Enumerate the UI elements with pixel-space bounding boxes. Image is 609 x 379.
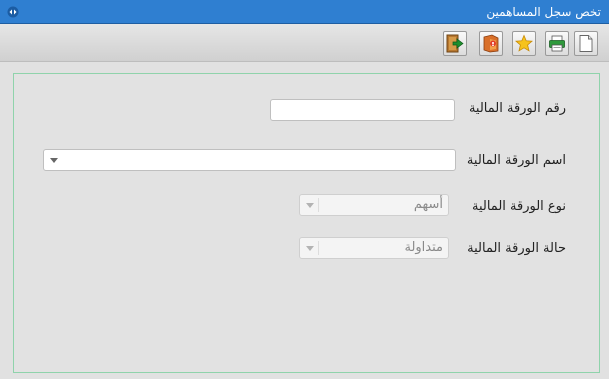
window-menu-icon[interactable]: [7, 6, 19, 18]
toolbar: [0, 24, 609, 62]
new-document-icon: [579, 35, 593, 52]
app-window: تخص سجل المساهمين رقم الورقة المالية اسم…: [0, 0, 609, 379]
printer-icon: [549, 35, 565, 52]
security-type-value: أسهم: [413, 197, 443, 212]
form-panel: رقم الورقة المالية اسم الورقة المالية نو…: [13, 73, 600, 373]
security-type-label: نوع الورقة المالية: [471, 199, 566, 214]
security-number-input[interactable]: [270, 99, 455, 121]
help-book-icon: [483, 34, 499, 53]
security-status-value: متداولة: [404, 240, 443, 255]
security-type-combo[interactable]: أسهم: [299, 194, 449, 216]
security-status-combo[interactable]: متداولة: [299, 237, 449, 259]
window-title: تخص سجل المساهمين: [486, 5, 601, 19]
help-button[interactable]: [479, 31, 503, 56]
security-name-combo[interactable]: [43, 149, 456, 171]
title-bar: تخص سجل المساهمين: [0, 0, 609, 24]
exit-button[interactable]: [443, 31, 467, 56]
combo-separator: [318, 241, 319, 255]
chevron-down-icon[interactable]: [306, 246, 314, 251]
security-number-label: رقم الورقة المالية: [468, 101, 566, 116]
chevron-down-icon[interactable]: [306, 203, 314, 208]
security-status-label: حالة الورقة المالية: [467, 241, 566, 256]
exit-door-icon: [446, 34, 464, 53]
new-button[interactable]: [574, 31, 598, 56]
security-name-label: اسم الورقة المالية: [466, 153, 566, 168]
favorite-button[interactable]: [512, 31, 536, 56]
print-button[interactable]: [545, 31, 569, 56]
combo-separator: [318, 198, 319, 212]
star-icon: [515, 34, 533, 52]
chevron-down-icon[interactable]: [50, 158, 58, 163]
